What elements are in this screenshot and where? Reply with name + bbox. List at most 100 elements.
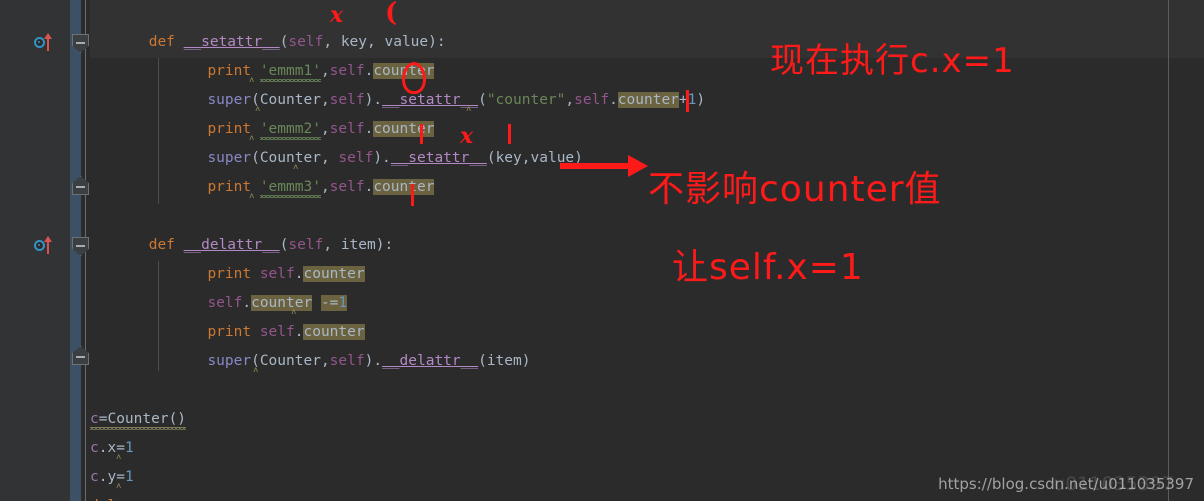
annotation-loop-circle (402, 62, 426, 94)
param-hint-chevron: ˄ (116, 453, 122, 463)
token-function-setattr: __setattr__ (382, 92, 479, 108)
token-string-counter: "counter" (486, 92, 566, 108)
code-line-print-counter-2[interactable]: print self.counter (90, 318, 365, 347)
param-hint-chevron: ˄ (249, 192, 255, 202)
annotation-vertical-bar-2 (420, 124, 423, 144)
token-function-delattr: __delattr__ (183, 237, 280, 253)
token-param-value: value (384, 34, 429, 50)
token-var-c: c (90, 469, 99, 485)
token-self: self (288, 34, 324, 50)
annotation-tick-mark-1: ( (385, 0, 398, 28)
code-line-assign-cy[interactable]: c.y=1 (90, 463, 134, 492)
code-line-print-emmm1[interactable]: print 'emmm1',self.counter (90, 57, 435, 86)
token-class-Counter: Counter (259, 353, 321, 369)
token-self: self (329, 92, 365, 108)
token-keyword-def: def (148, 34, 175, 50)
token-attr-x: x (107, 440, 117, 456)
annotation-arrow-head (628, 155, 648, 177)
override-up-arrow-icon (44, 33, 52, 51)
token-class-Counter: Counter (259, 150, 321, 166)
minus-icon (76, 186, 85, 188)
token-keyword-print: print (207, 121, 252, 137)
code-line-print-emmm3[interactable]: print 'emmm3',self.counter (90, 173, 435, 202)
token-keyword-def: def (148, 237, 175, 253)
token-param-key: key (340, 34, 368, 50)
token-number-1: 1 (124, 440, 134, 456)
param-hint-chevron: ˄ (249, 76, 255, 86)
code-line-assign-cx[interactable]: c.x=1 (90, 434, 134, 463)
code-editor-screenshot: def __setattr__(self, key, value): print… (0, 0, 1204, 501)
code-line-print-emmm2[interactable]: print 'emmm2',self.counter (90, 115, 435, 144)
annotation-x-mark-1: x (330, 2, 344, 28)
param-hint-chevron: ˄ (255, 105, 261, 115)
code-content[interactable]: def __setattr__(self, key, value): print… (90, 0, 1204, 501)
token-self: self (329, 121, 365, 137)
param-hint-chevron: ˄ (253, 366, 259, 376)
code-line-instantiate-counter[interactable]: c=Counter() (90, 405, 187, 434)
code-line-super-setattr-key[interactable]: super(Counter, self).__setattr__(key,val… (90, 144, 582, 173)
token-attr-counter: counter (303, 266, 365, 282)
token-param-item: item (340, 237, 376, 253)
token-number-1: 1 (338, 295, 348, 311)
token-class-Counter: Counter (259, 92, 321, 108)
token-self: self (329, 353, 365, 369)
token-self: self (574, 92, 610, 108)
watermark-url: https://blog.csdn.net/u011035397 (938, 475, 1194, 493)
token-self: self (329, 179, 365, 195)
param-hint-chevron: ˄ (466, 105, 472, 115)
param-hint-chevron: ˄ (291, 308, 297, 318)
token-function-setattr: __setattr__ (390, 150, 487, 166)
token-keyword-print: print (207, 179, 252, 195)
token-self: self (338, 150, 374, 166)
annotation-x-mark-2: x (460, 123, 474, 149)
token-param-item: item (486, 353, 522, 369)
annotation-vertical-bar-1 (686, 90, 689, 112)
annotation-text-line1: 现在执行c.x=1 (770, 41, 1015, 81)
token-self: self (329, 63, 365, 79)
token-attr-y: y (107, 469, 117, 485)
token-self: self (288, 237, 324, 253)
token-keyword-print: print (207, 266, 252, 282)
code-line-super-setattr-counter[interactable]: super(Counter,self).__setattr__("counter… (90, 86, 705, 115)
token-function-setattr: __setattr__ (183, 34, 280, 50)
token-self: self (259, 324, 295, 340)
token-self: self (259, 266, 295, 282)
minus-icon (76, 42, 85, 44)
token-attr-counter: counter (373, 121, 435, 137)
overridden-method-marker-setattr[interactable] (34, 33, 60, 53)
token-var-c: c (90, 440, 99, 456)
override-up-arrow-icon (44, 236, 52, 254)
token-number-1: 1 (124, 469, 134, 485)
annotation-vertical-bar-4 (411, 184, 414, 206)
token-attr-counter: counter (251, 295, 313, 311)
token-class-Counter: Counter (107, 411, 169, 427)
token-string-emmm2: 'emmm2' (259, 121, 321, 137)
token-keyword-print: print (207, 324, 252, 340)
token-super: super (207, 92, 252, 108)
code-line-counter-decrement[interactable]: self.counter -=1 (90, 289, 348, 318)
token-attr-counter: counter (303, 324, 365, 340)
token-keyword-print: print (207, 63, 252, 79)
token-function-delattr: __delattr__ (382, 353, 479, 369)
code-line-def-delattr[interactable]: def __delattr__(self, item): (90, 231, 393, 260)
token-string-emmm3: 'emmm3' (259, 179, 321, 195)
param-hint-chevron: ˄ (249, 134, 255, 144)
token-attr-counter: counter (373, 179, 435, 195)
annotation-vertical-bar-3 (508, 124, 511, 144)
token-param-key: key (495, 150, 522, 166)
code-line-super-delattr[interactable]: super(Counter,self).__delattr__(item) (90, 347, 530, 376)
token-attr-counter: counter (617, 92, 679, 108)
code-line-print-counter-1[interactable]: print self.counter (90, 260, 365, 289)
annotation-text-line2: 不影响counter值 (648, 169, 942, 210)
token-var-c: c (90, 411, 99, 427)
code-line-def-setattr[interactable]: def __setattr__(self, key, value): (90, 28, 446, 57)
annotation-text-line3: 让self.x=1 (672, 247, 864, 288)
token-super: super (207, 150, 252, 166)
overridden-method-marker-delattr[interactable] (34, 236, 60, 256)
code-line-clipped[interactable]: d.l (90, 492, 116, 501)
token-string-emmm1: 'emmm1' (259, 63, 321, 79)
token-self: self (207, 295, 243, 311)
param-hint-chevron: ˄ (293, 163, 299, 173)
annotation-arrow-shaft (560, 163, 630, 169)
minus-icon (76, 356, 85, 358)
